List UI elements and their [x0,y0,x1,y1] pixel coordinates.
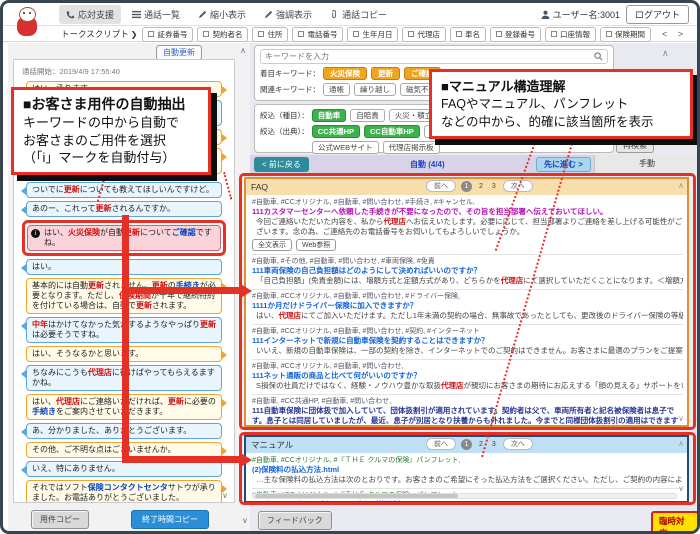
back-button[interactable]: < 前に戻る [254,157,309,172]
related-keyword-chip[interactable]: 通帳 [323,83,350,96]
filter-source-chip-on[interactable]: CC自動車HP [364,125,420,138]
checkbox-phone[interactable]: 電話番号 [292,27,343,42]
scroll-down-icon[interactable]: ∨ [242,516,248,525]
chat-message-agent: それではソフト保険コンタクトセンタサトウが承りました。お電話ありがとうございまし… [26,480,222,503]
chat-message-customer: ついでに更新についても教えてほしいんですけど。 [26,182,222,198]
checkbox-car-name[interactable]: 車名 [450,27,486,42]
tab-manual-mode[interactable]: 手動 [594,155,699,173]
scroll-up-icon[interactable]: ∧ [662,48,669,59]
filter-type-chip[interactable]: 自賠責 [350,109,385,122]
highlight-view-button[interactable]: 強調表示 [257,5,319,24]
filter-type-chip-on[interactable]: 自動車 [312,109,347,122]
annotation-manual-structure: ■マニュアル構造理解 FAQやマニュアル、パンフレット などの中から、的確に該当… [429,69,693,139]
knowledge-footer: ∨ フィードバック 臨時対応 [250,509,699,532]
emergency-response-button[interactable]: 臨時対応 [651,511,699,534]
checkbox-bank-account[interactable]: 口座情報 [545,27,596,42]
checkbox-icon[interactable] [258,31,264,37]
pencil-icon [198,10,207,19]
filter-source-chip-on[interactable]: CC共通HP [312,125,360,138]
copy-endtime-button[interactable]: 終了時間コピー [131,510,209,529]
checkbox-icon[interactable] [353,31,359,37]
feedback-button[interactable]: フィードバック [258,511,332,530]
checkbox-registration[interactable]: 登録番号 [490,27,541,42]
checkbox-policy-number[interactable]: 証券番号 [142,27,193,42]
chevron-right-icon[interactable]: ❯ [131,30,138,39]
annotation-connector-to-faq [122,287,240,294]
checkbox-icon[interactable] [203,31,209,37]
checkbox-insurance-period[interactable]: 保険期間 [600,27,651,42]
auto-page-indicator: 自動 (4/4) [410,159,445,170]
script-pager-arrows[interactable]: < > [662,29,687,39]
talkscript-label: トークスクリプト [61,28,129,40]
related-keywords-label: 関連キーワード： [260,84,320,95]
top-toolbar: 応対支援 通話一覧 縮小表示 強調表示 通話コピー ユーザー名:3001 ログア… [3,3,697,26]
filter-source-label: 絞込（出典）： [260,126,309,137]
search-icon[interactable] [594,52,603,61]
checkbox-icon[interactable] [408,31,414,37]
focus-keywords-label: 着目キーワード： [260,68,320,79]
checkbox-icon[interactable] [551,31,557,37]
info-icon: i [31,229,40,238]
checkbox-icon[interactable] [496,31,502,37]
chat-footer: 用件コピー 終了時間コピー [13,507,235,532]
arrow-right-icon [239,452,252,468]
arrow-right-icon [239,283,252,299]
support-mode-button[interactable]: 応対支援 [59,5,121,24]
annotation-intent-extraction: ■お客さま用件の自動抽出 キーワードの中から自動で お客さまのご用件を選択 （「… [11,87,211,175]
talkscript-bar: トークスクリプト ❯ 証券番号 契約者名 住所 電話番号 生年月日 代理店 車名… [3,27,697,42]
scroll-up-icon[interactable]: ∧ [240,46,246,55]
paperclip-icon [330,10,339,19]
annotation-connector-to-manual [122,456,240,463]
copy-intent-button[interactable]: 用件コピー [31,510,89,529]
related-keyword-chip[interactable]: 繰り越し [354,83,396,96]
call-copy-button[interactable]: 通話コピー [323,5,394,24]
search-input-wrap[interactable] [260,49,608,64]
user-label: ユーザー名:3001 [541,8,620,21]
checkbox-agency[interactable]: 代理店 [402,27,446,42]
pencil-icon [264,10,273,19]
filter-source-chip[interactable]: 代理店掲示板 [383,141,440,154]
manual-highlight-outline [239,432,696,505]
user-icon [541,10,550,19]
list-icon [132,10,141,19]
focus-keyword-chip[interactable]: 火災保険 [323,67,367,80]
checkbox-icon[interactable] [148,31,154,37]
filter-type-label: 絞込（種目）： [260,110,309,121]
mascot-logo [13,6,43,38]
checkbox-contractor-name[interactable]: 契約者名 [197,27,248,42]
checkbox-icon[interactable] [606,31,612,37]
phone-icon [66,10,75,19]
logout-button[interactable]: ログアウト [626,5,689,24]
faq-highlight-outline [239,173,696,430]
chat-message-customer: いえ、特にありません。 [26,461,222,477]
shrink-view-button[interactable]: 縮小表示 [191,5,253,24]
checkbox-address[interactable]: 住所 [252,27,288,42]
search-input[interactable] [265,52,594,61]
checkbox-icon[interactable] [298,31,304,37]
scroll-down-icon[interactable]: ∨ [222,491,228,500]
filter-source-chip[interactable]: 公式WEBサイト [312,141,379,154]
focus-keyword-chip[interactable]: 更新 [371,67,400,80]
research-button[interactable]: 再検索 [616,138,654,153]
result-nav-bar: < 前に戻る 自動 (4/4) 先に進む > 手動 [250,155,699,173]
annotation-connector-vertical [122,215,129,463]
checkbox-icon[interactable] [456,31,462,37]
call-start-time: 通話開始：2019/4/9 17:55:40 [22,66,228,77]
call-list-button[interactable]: 通話一覧 [125,5,187,24]
checkbox-birthdate[interactable]: 生年月日 [347,27,398,42]
app-window: 応対支援 通話一覧 縮小表示 強調表示 通話コピー ユーザー名:3001 ログア… [0,0,700,534]
auto-update-button[interactable]: 自動更新 [156,45,202,60]
